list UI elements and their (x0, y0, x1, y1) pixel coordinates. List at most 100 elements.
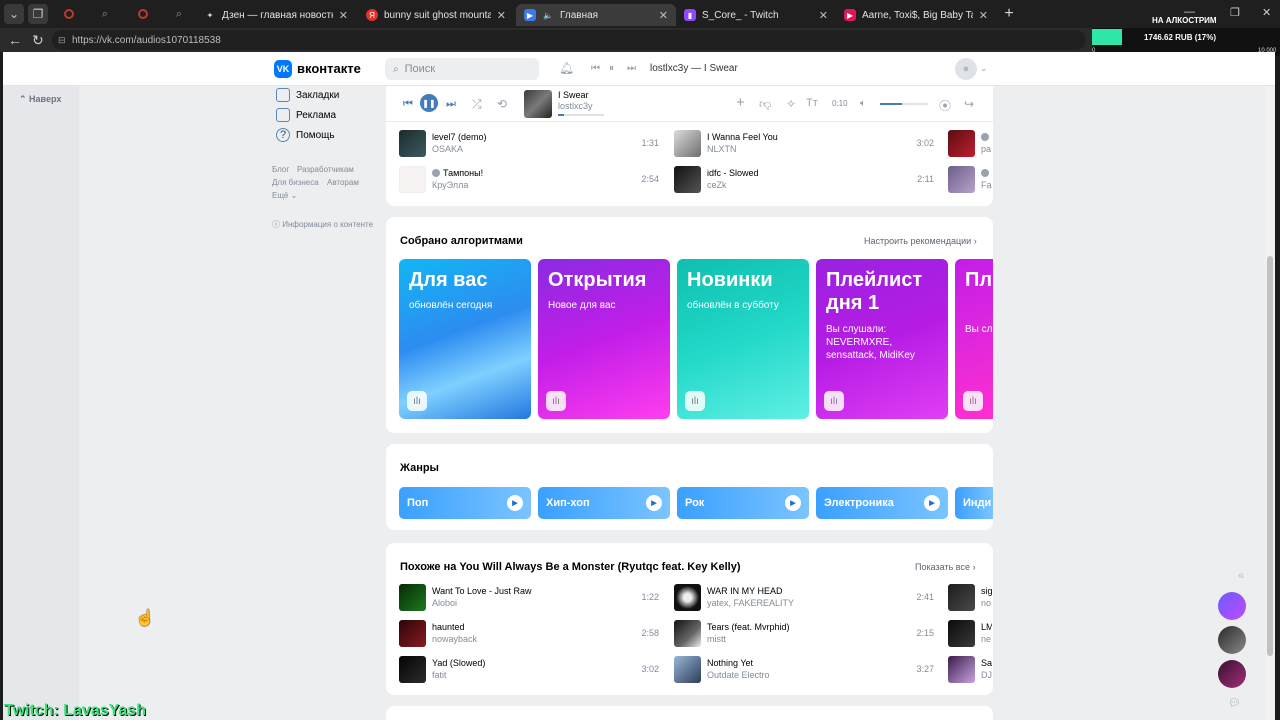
notifications-bell-icon[interactable]: 🔔︎ (559, 61, 574, 75)
wave-mix-icon[interactable] (1218, 592, 1246, 620)
track-row[interactable]: Tears (feat. Mvrphid) mistt 2:15 (674, 620, 934, 648)
workspaces-icon[interactable]: ❐ (28, 4, 48, 24)
pinned-tab[interactable]: ⌕ (90, 4, 120, 24)
lyrics-icon[interactable]: Tт (806, 97, 818, 109)
track-row[interactable]: Want To Love - Just Raw Aloboi 1:22 (399, 584, 659, 612)
playlist-tile-discoveries[interactable]: Открытия Новое для вас ılı (538, 259, 670, 419)
track-row[interactable]: level7 (demo) OSAKA 1:31 (399, 130, 659, 158)
play-icon[interactable]: ▶ (785, 495, 801, 511)
add-icon[interactable]: + (736, 94, 745, 111)
track-row[interactable]: WAR IN MY HEAD yatex, FAKEREALITY 2:41 (674, 584, 934, 612)
friend-avatar[interactable] (1218, 626, 1246, 654)
shuffle-icon[interactable]: ⤮ (472, 97, 482, 112)
browser-tab[interactable]: Я bunny suit ghost mountain — Яндекс ✕ (358, 4, 514, 26)
vk-logo-icon[interactable]: VK (274, 60, 292, 78)
volume-slider[interactable] (880, 103, 928, 105)
close-icon[interactable]: ✕ (497, 9, 506, 22)
show-all-link[interactable]: Показать все › (915, 562, 975, 572)
play-icon[interactable]: ▶ (646, 495, 662, 511)
page-scrollbar[interactable] (1265, 86, 1275, 720)
close-icon[interactable]: ✕ (659, 9, 668, 22)
play-icon[interactable]: ▶ (924, 495, 940, 511)
genre-electronic[interactable]: Электроника ▶ (816, 487, 948, 519)
collapse-chevron-icon[interactable]: « (1238, 570, 1244, 582)
previous-track-icon[interactable]: ⏮︎ (403, 98, 413, 111)
genre-rock[interactable]: Рок ▶ (677, 487, 809, 519)
pinned-tab[interactable] (128, 4, 158, 24)
search-input[interactable]: ⌕ Поиск (385, 58, 539, 80)
track-row[interactable]: Sa DJ (948, 656, 992, 684)
dislike-icon[interactable]: 👎︎ (759, 97, 771, 112)
next-track-icon[interactable]: ⏭︎ (446, 98, 456, 111)
track-row[interactable]: Yad (Slowed) fatit 3:02 (399, 656, 659, 684)
footer-link-business[interactable]: Для бизнеса (272, 178, 319, 187)
configure-recommendations-link[interactable]: Настроить рекомендации › (864, 236, 977, 246)
url-field[interactable]: ⊟ https://vk.com/audios1070118538 (52, 30, 1086, 50)
header-now-playing[interactable]: lostlxc3y — I Swear (650, 63, 738, 74)
genre-pop[interactable]: Поп ▶ (399, 487, 531, 519)
previous-track-icon[interactable]: ⏮︎ (591, 63, 600, 74)
broadcast-icon[interactable]: ⦿ (939, 97, 951, 114)
genre-indie[interactable]: Инди (955, 487, 993, 519)
maximize-icon[interactable]: ❐ (1230, 6, 1240, 19)
new-tab-button[interactable]: + (1000, 4, 1018, 24)
vk-logo-text[interactable]: вконтакте (297, 61, 361, 76)
friend-avatar[interactable] (1218, 660, 1246, 688)
playlist-tile-daily[interactable]: Плейлист дня 1 Вы слушали: NEVERMXRE, se… (816, 259, 948, 419)
next-track-icon[interactable]: ⏭︎ (627, 63, 636, 74)
repeat-icon[interactable]: ⟲ (497, 97, 507, 111)
browser-tab[interactable]: ▶ Aarne, Toxi$, Big Baby Tape - "NOI ✕ (836, 4, 996, 26)
pinned-tab[interactable]: ⌕ (164, 4, 194, 24)
track-row[interactable]: idfc - Slowed ceZk 2:11 (674, 166, 934, 194)
playlist-tile-new[interactable]: Новинки обновлён в субботу ılı (677, 259, 809, 419)
chat-bubble-icon[interactable]: 💬︎ (1228, 698, 1241, 709)
close-icon[interactable]: ✕ (979, 9, 988, 22)
browser-tab[interactable]: ✦ Дзен — главная новостная информация ✕ (196, 4, 356, 26)
player-track-title[interactable]: I Swear (558, 90, 589, 100)
footer-link-authors[interactable]: Авторам (327, 178, 359, 187)
back-icon[interactable]: ← (8, 32, 22, 48)
chevron-down-icon[interactable]: ⌄ (980, 63, 988, 74)
playlist-tile-daily-2[interactable]: Пл дн Вы сл Pavlos ılı (955, 259, 993, 419)
scrollbar-thumb[interactable] (1267, 256, 1273, 656)
speaker-icon[interactable]: 🔈 (542, 9, 554, 21)
genre-hiphop[interactable]: Хип-хоп ▶ (538, 487, 670, 519)
footer-link-developers[interactable]: Разработчикам (297, 165, 354, 174)
play-icon[interactable]: ▶ (507, 495, 523, 511)
footer-link-blog[interactable]: Блог (272, 165, 289, 174)
nav-item-help[interactable]: ? Помощь (276, 128, 335, 142)
player-track-artist[interactable]: lostlxc3y (558, 101, 593, 111)
close-icon[interactable]: ✕ (339, 9, 348, 22)
footer-more[interactable]: Ещё ⌄ (272, 191, 297, 200)
track-row[interactable]: LM ne (948, 620, 992, 648)
track-row[interactable]: I Wanna Feel You NLXTN 3:02 (674, 130, 934, 158)
nav-item-bookmarks[interactable]: Закладки (276, 88, 339, 102)
share-icon[interactable]: ↪ (964, 97, 974, 111)
playlist-tile-for-you[interactable]: Для вас обновлён сегодня ılı (399, 259, 531, 419)
close-window-icon[interactable]: ✕ (1262, 6, 1271, 19)
track-row[interactable]: pa (948, 130, 992, 158)
algorithms-card: Собрано алгоритмами Настроить рекомендац… (386, 217, 993, 433)
track-row[interactable]: Тампоны! КруЭлла 2:54 (399, 166, 659, 194)
track-row[interactable]: sig no (948, 584, 992, 612)
back-to-top-rail[interactable]: ⌃ Наверх (3, 86, 79, 720)
back-to-top[interactable]: ⌃ Наверх (19, 94, 61, 105)
pause-button[interactable]: ❚❚ (420, 94, 438, 112)
track-row[interactable]: Fal (948, 166, 992, 194)
track-row[interactable]: haunted nowayback 2:58 (399, 620, 659, 648)
content-info-link[interactable]: ⓘ Информация о контенте (272, 219, 373, 230)
reload-icon[interactable]: ↻ (32, 32, 44, 49)
close-icon[interactable]: ✕ (819, 9, 828, 22)
pause-icon[interactable]: ⏸︎ (609, 63, 614, 74)
track-row[interactable]: Nothing Yet Outdate Electro 3:27 (674, 656, 934, 684)
browser-tab[interactable]: ▮ S_Core_ - Twitch ✕ (676, 4, 836, 26)
nav-item-ads[interactable]: Реклама (276, 108, 336, 122)
pinned-tab[interactable] (54, 4, 84, 24)
volume-icon[interactable]: 🔈︎ (860, 98, 866, 109)
site-info-icon[interactable]: ⊟ (58, 35, 66, 46)
player-progress-bar[interactable] (558, 114, 604, 116)
browser-tab-active[interactable]: ▶ 🔈 Главная ✕ (516, 4, 676, 26)
tab-menu-chevron-icon[interactable]: ⌄ (4, 4, 24, 24)
avatar[interactable]: ● (955, 58, 977, 80)
sparkle-icon[interactable]: ✧ (786, 97, 796, 111)
